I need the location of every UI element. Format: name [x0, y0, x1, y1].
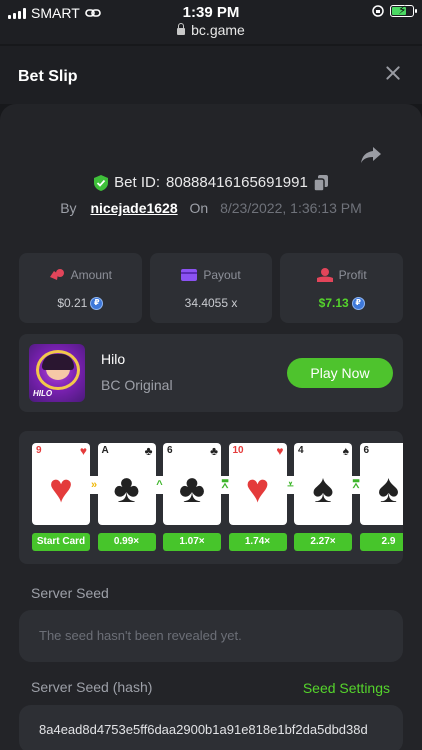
play-now-button[interactable]: Play Now: [287, 358, 393, 388]
game-name: Hilo: [101, 351, 126, 367]
playing-card: 10 ♥ ♥: [228, 443, 287, 525]
card-multiplier: 2.9: [359, 533, 403, 551]
card-suit-small: ♣: [144, 444, 153, 458]
by-label: By: [60, 200, 77, 216]
bet-stats: Amount $0.21 ₽ Payout 34.4055 x Profit $…: [19, 253, 404, 323]
on-label: On: [189, 200, 209, 216]
coins-icon: [49, 269, 64, 280]
game-subtitle: BC Original: [101, 377, 173, 393]
coin-icon: ₽: [351, 296, 365, 310]
card-suit-icon: ♠: [377, 467, 400, 511]
playing-card: 4 ♠ ♠: [294, 443, 352, 525]
url-text: bc.game: [191, 22, 245, 38]
card-rank: A: [101, 445, 109, 456]
server-seed-label: Server Seed: [31, 585, 109, 601]
bet-id-value: 80888416165691991: [166, 174, 308, 191]
card-multiplier: 0.99×: [97, 533, 156, 551]
card-suit-small: ♥: [79, 444, 87, 458]
bet-id-row: Bet ID: 80888416165691991: [0, 174, 422, 191]
card-suit-small: ♣: [210, 444, 218, 458]
url-bar[interactable]: bc.game: [0, 22, 422, 44]
card-multiplier: 1.74×: [228, 533, 287, 551]
amount-value: $0.21: [57, 296, 88, 310]
status-right: ⚡: [372, 3, 417, 17]
profit-card: Profit $7.13 ₽: [280, 253, 404, 323]
seed-settings-link[interactable]: Seed Settings: [303, 680, 390, 696]
card-rank: 10: [232, 445, 244, 456]
user-link[interactable]: nicejade1628: [90, 200, 177, 216]
playing-card: 6♠♠: [359, 443, 403, 525]
card-suit-icon: ♥: [49, 467, 73, 511]
card-suit-small: ♠: [342, 444, 349, 458]
card-suit-icon: ♠: [312, 467, 334, 511]
server-seed-field: The seed hasn't been revealed yet.: [19, 610, 403, 662]
lock-icon: [177, 23, 186, 35]
shield-check-icon: [94, 174, 109, 191]
card-rank: 6: [167, 445, 173, 456]
card-history[interactable]: 9 ♥ ♥» Start Card A ♣ ♣ ^ 0.99× 6 ♣ ♣ ⩞ 1.07× 10 ♥ ♥ ⩡ 1.7…: [19, 431, 403, 564]
server-seed-hash-field[interactable]: 8a4ead8d4753e5ff6daa2900b1a91e818e1bf2da…: [19, 705, 403, 750]
card-suit-icon: ♥: [245, 467, 270, 511]
close-icon[interactable]: [384, 64, 402, 82]
playing-card: 9 ♥ ♥: [32, 443, 90, 525]
profit-icon: [316, 268, 333, 282]
card-multiplier: 1.07×: [163, 533, 221, 551]
coin-icon: ₽: [90, 296, 104, 310]
bet-date: 8/23/2022, 1:36:13 PM: [220, 200, 362, 216]
playing-card: A ♣ ♣: [97, 443, 156, 525]
wallet-icon: [181, 269, 198, 281]
share-icon[interactable]: [360, 146, 382, 164]
modal-title: Bet Slip: [18, 68, 78, 85]
clock: 1:39 PM: [182, 4, 240, 21]
amount-card: Amount $0.21 ₽: [19, 253, 142, 323]
profit-value: $7.13: [318, 296, 349, 310]
server-seed-hash-label: Server Seed (hash): [31, 679, 153, 695]
modal-header: Bet Slip: [0, 46, 422, 104]
card-multiplier: Start Card: [32, 533, 90, 551]
card-rank: 9: [36, 445, 42, 456]
card-multiplier: 2.27×: [294, 533, 352, 551]
card-suit-icon: ♣: [113, 467, 140, 511]
orientation-lock-icon: [372, 5, 384, 17]
payout-card: Payout 34.4055 x: [149, 253, 273, 323]
profit-label: Profit: [338, 268, 367, 282]
game-thumbnail[interactable]: HILO: [29, 344, 85, 402]
payout-label: Payout: [203, 268, 241, 282]
playing-card: 6 ♣ ♣: [163, 443, 221, 525]
card-rank: 4: [298, 445, 304, 456]
bet-byline: By nicejade1628 On 8/23/2022, 1:36:13 PM: [0, 200, 422, 216]
thumb-logo-text: HILO: [33, 389, 53, 398]
amount-label: Amount: [70, 268, 113, 282]
bet-id-label: Bet ID:: [114, 174, 161, 191]
game-row: HILO Hilo BC Original Play Now: [19, 334, 403, 412]
copy-icon[interactable]: [313, 174, 328, 191]
payout-value: 34.4055 x: [184, 296, 238, 310]
card-rank: 6: [363, 445, 370, 456]
card-suit-icon: ♣: [178, 467, 206, 511]
card-suit-small: ♥: [276, 444, 284, 458]
battery-icon: ⚡: [390, 3, 417, 17]
